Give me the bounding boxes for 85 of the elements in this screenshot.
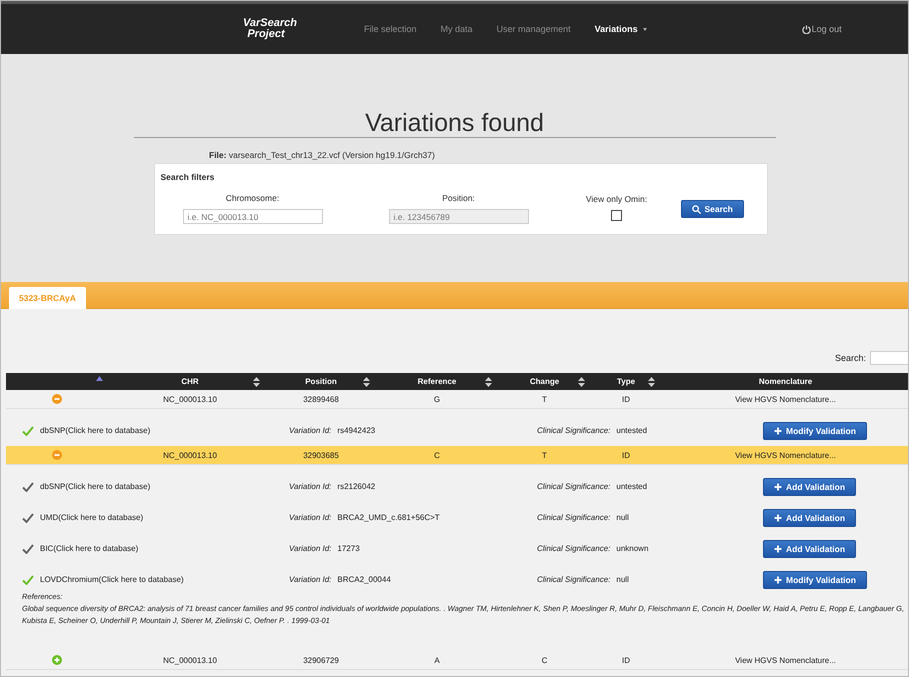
database-link[interactable]: LOVDChromium(Click here to database) bbox=[40, 575, 184, 584]
variation-id-label: Variation Id: bbox=[289, 575, 332, 584]
variation-id-value: rs4942423 bbox=[337, 426, 376, 435]
nomenclature-link[interactable]: View HGVS Nomenclature... bbox=[735, 656, 836, 664]
table-search-field[interactable] bbox=[870, 351, 908, 365]
sort-icon[interactable] bbox=[578, 376, 585, 386]
table-cell-text: ID bbox=[621, 654, 631, 666]
logout-link[interactable]: Log out bbox=[802, 24, 842, 34]
plus-icon bbox=[774, 514, 782, 522]
sort-icon[interactable] bbox=[253, 376, 260, 386]
table-cell-text: G bbox=[432, 394, 442, 406]
variation-id-value: BRCA2_00044 bbox=[337, 575, 391, 584]
validation-button[interactable]: Add Validation bbox=[763, 478, 856, 496]
table-cell-text: ID bbox=[621, 450, 631, 462]
table-cell-text: C bbox=[540, 654, 548, 666]
validation-button[interactable]: Modify Validation bbox=[763, 422, 867, 440]
chromosome-label: Chromosome: bbox=[226, 193, 280, 203]
column-header[interactable]: CHR bbox=[181, 377, 199, 386]
variation-id-label: Variation Id: bbox=[289, 513, 332, 522]
column-header[interactable]: Change bbox=[530, 377, 560, 386]
column-header[interactable]: Reference bbox=[418, 377, 456, 386]
table-cell-text: T bbox=[541, 394, 548, 406]
search-icon bbox=[692, 204, 700, 214]
significance-label: Clinical Significance: bbox=[537, 575, 610, 584]
column-header[interactable]: Type bbox=[616, 377, 636, 386]
table-cell-text: NC_000013.10 bbox=[162, 450, 218, 462]
nav-link[interactable]: Variations bbox=[594, 24, 647, 34]
database-link[interactable]: BIC(Click here to database) bbox=[40, 544, 138, 553]
significance-value: null bbox=[616, 575, 629, 584]
table-cell-text: 32903685 bbox=[302, 450, 340, 462]
nomenclature-link[interactable]: View HGVS Nomenclature... bbox=[735, 450, 836, 460]
search-button[interactable]: Search bbox=[680, 200, 744, 218]
omin-checkbox[interactable] bbox=[611, 210, 622, 221]
significance-label: Clinical Significance: bbox=[537, 513, 610, 522]
validation-button[interactable]: Modify Validation bbox=[763, 570, 867, 588]
table-cell-text: A bbox=[433, 654, 441, 666]
significance-value: untested bbox=[616, 482, 648, 491]
variation-id-label: Variation Id: bbox=[289, 482, 332, 491]
nav-link[interactable]: My data bbox=[440, 24, 473, 34]
nav-link[interactable]: User management bbox=[496, 24, 571, 34]
plus-icon bbox=[774, 426, 782, 434]
plus-icon bbox=[774, 576, 782, 584]
significance-value: untested bbox=[616, 426, 648, 435]
table-cell-text: NC_000013.10 bbox=[162, 654, 218, 667]
sort-icon[interactable] bbox=[485, 376, 492, 386]
table-cell-text: 32899468 bbox=[302, 394, 340, 406]
file-info: File: varsearch_Test_chr13_22.vcf (Version hg19.1/Grch37) bbox=[209, 150, 435, 160]
plus-icon bbox=[774, 544, 782, 552]
database-link[interactable]: dbSNP(Click here to database) bbox=[40, 426, 150, 435]
table-cell-text: 32906729 bbox=[302, 654, 340, 666]
power-icon bbox=[802, 24, 811, 34]
nav-link[interactable]: File selection bbox=[364, 24, 417, 34]
variation-id-label: Variation Id: bbox=[289, 544, 332, 553]
significance-label: Clinical Significance: bbox=[537, 426, 610, 435]
filters-heading: Search filters bbox=[160, 172, 216, 182]
chromosome-field[interactable]: i.e. NC_000013.10 bbox=[182, 209, 322, 224]
variant-row[interactable]: NC_000013.10 32903685 C T ID View HGVS Nomenclature... bbox=[6, 446, 908, 465]
significance-label: Clinical Significance: bbox=[537, 482, 610, 491]
omin-label: View only Omin: bbox=[586, 194, 648, 204]
variation-id-value: rs2126042 bbox=[337, 482, 376, 491]
column-header[interactable]: Position bbox=[305, 377, 337, 386]
table-cell-text: ID bbox=[621, 394, 631, 406]
search-label: Search: bbox=[834, 353, 866, 363]
sort-ascending-icon[interactable] bbox=[96, 376, 103, 381]
significance-label: Clinical Significance: bbox=[537, 544, 610, 553]
variation-id-value: 17273 bbox=[337, 544, 360, 553]
table-cell-text: T bbox=[541, 450, 548, 462]
database-link[interactable]: dbSNP(Click here to database) bbox=[40, 482, 150, 491]
validation-button[interactable]: Add Validation bbox=[763, 540, 856, 558]
brand-logo[interactable]: VarSearch Project bbox=[234, 18, 306, 40]
page-title: Variations found bbox=[134, 109, 776, 138]
variation-id-value: BRCA2_UMD_c.681+56C>T bbox=[337, 513, 440, 522]
database-link[interactable]: UMD(Click here to database) bbox=[40, 513, 144, 522]
significance-value: unknown bbox=[616, 544, 648, 553]
plus-icon bbox=[774, 482, 782, 490]
significance-value: null bbox=[616, 513, 629, 522]
position-label: Position: bbox=[442, 193, 475, 203]
sort-icon[interactable] bbox=[648, 376, 655, 386]
validation-button[interactable]: Add Validation bbox=[763, 508, 856, 526]
column-header[interactable]: Nomenclature bbox=[758, 377, 812, 386]
variation-id-label: Variation Id: bbox=[289, 426, 332, 435]
table-cell-text: NC_000013.10 bbox=[162, 394, 218, 406]
nomenclature-link[interactable]: View HGVS Nomenclature... bbox=[735, 394, 836, 404]
sort-icon[interactable] bbox=[363, 376, 370, 386]
table-cell-text: C bbox=[433, 450, 441, 462]
